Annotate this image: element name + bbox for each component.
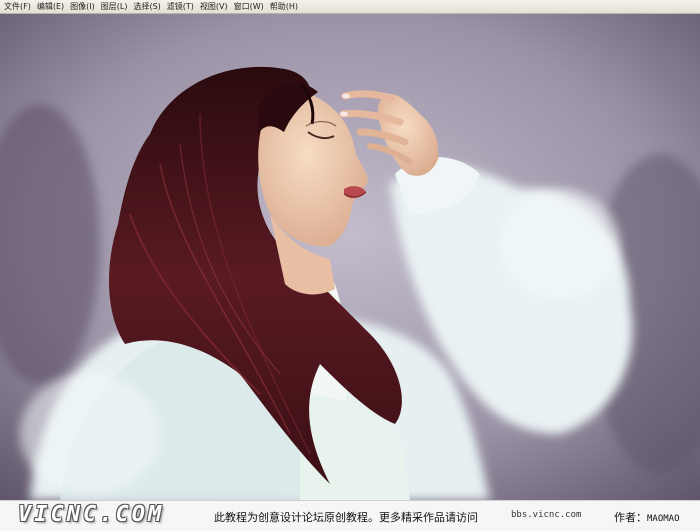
menu-edit[interactable]: 编辑(E) (37, 0, 64, 14)
author-credit: 作者：MAOMAO (614, 509, 680, 525)
menu-image[interactable]: 图像(I) (70, 0, 95, 14)
menu-filter[interactable]: 滤镜(T) (167, 0, 194, 14)
tutorial-notice: 此教程为创意设计论坛原创教程。更多精采作品请访问 (214, 511, 478, 524)
menu-window[interactable]: 窗口(W) (234, 0, 264, 14)
site-logo: VICNC.COM (18, 502, 165, 527)
artwork-illustration (0, 14, 700, 500)
document-canvas[interactable] (0, 14, 700, 500)
menu-bar: 文件(F) 编辑(E) 图像(I) 图层(L) 选择(S) 滤镜(T) 视图(V… (0, 0, 700, 14)
site-url-link[interactable]: bbs.vicnc.com (511, 510, 581, 520)
watermark-footer: VICNC.COM 此教程为创意设计论坛原创教程。更多精采作品请访问 bbs.v… (0, 500, 700, 531)
menu-layer[interactable]: 图层(L) (101, 0, 128, 14)
menu-view[interactable]: 视图(V) (200, 0, 228, 14)
menu-select[interactable]: 选择(S) (133, 0, 160, 14)
menu-file[interactable]: 文件(F) (4, 0, 31, 14)
menu-help[interactable]: 帮助(H) (270, 0, 298, 14)
author-label: 作者： (614, 511, 647, 524)
author-name: MAOMAO (647, 514, 680, 524)
